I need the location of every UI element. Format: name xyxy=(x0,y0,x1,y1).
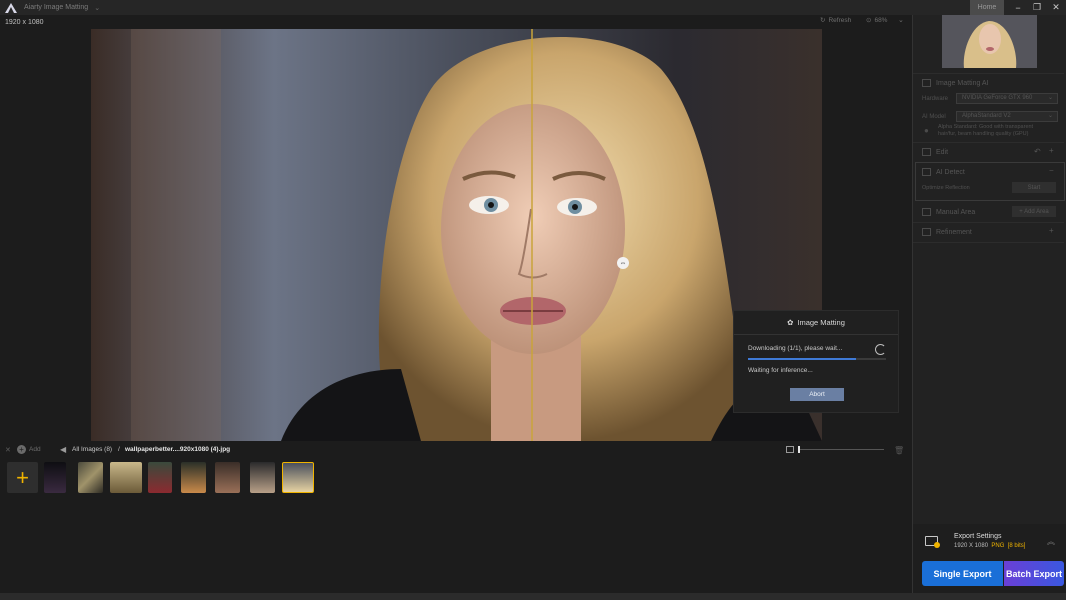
edit-icon xyxy=(922,148,931,156)
portrait-image xyxy=(91,29,822,441)
hardware-select[interactable]: NVIDIA GeForce GTX 960 ⌄ xyxy=(956,93,1058,104)
manual-area-icon xyxy=(922,208,931,216)
refresh-button[interactable]: ↻ Refresh xyxy=(820,16,851,25)
gallery-toolbar: ✕ + Add ◀ All Images (8) / wallpaperbett… xyxy=(0,442,912,458)
inference-status-text: Waiting for inference... xyxy=(748,367,813,374)
export-panel: Export Settings 1920 X 1080 PNG [8 bits]… xyxy=(913,524,1066,593)
breadcrumb-all-images[interactable]: All Images (8) xyxy=(72,446,112,453)
thumb-2[interactable] xyxy=(78,462,103,493)
add-images-button[interactable]: + Add xyxy=(17,445,41,454)
zoom-control[interactable]: ⊙ 68% xyxy=(866,16,887,25)
export-settings-title[interactable]: Export Settings xyxy=(954,533,1001,540)
manual-area-section: Manual Area + Add Area xyxy=(916,203,1064,221)
chevron-down-icon[interactable]: ⌄ xyxy=(94,4,100,12)
minimize-icon[interactable]: − xyxy=(1008,0,1028,15)
ai-detect-section: AI Detect − Optimize Reflection Start xyxy=(915,162,1065,201)
export-summary: 1920 X 1080 PNG [8 bits] xyxy=(954,543,1026,549)
app-window: Aiarty Image Matting ⌄ Home − ❐ ✕ 1920 x… xyxy=(0,0,1066,600)
breadcrumb-separator: / xyxy=(118,446,120,453)
slider-handle[interactable] xyxy=(798,446,800,453)
chevron-down-icon: ⌄ xyxy=(1047,113,1053,119)
thumb-5[interactable] xyxy=(181,462,206,493)
close-gallery-icon[interactable]: ✕ xyxy=(5,446,11,454)
single-export-button[interactable]: Single Export xyxy=(922,561,1003,586)
help-icon[interactable]: ● xyxy=(924,126,929,135)
loading-spinner-icon xyxy=(875,344,886,355)
batch-export-button[interactable]: Batch Export xyxy=(1004,561,1064,586)
thumb-7[interactable] xyxy=(250,462,275,493)
collapse-icon[interactable]: − xyxy=(1049,166,1054,175)
image-canvas[interactable]: ⇔ xyxy=(91,29,822,441)
app-logo-icon xyxy=(5,2,17,13)
matting-progress-dialog: ✿ Image Matting Downloading (1/1), pleas… xyxy=(733,310,899,413)
download-progress-bar xyxy=(748,358,886,360)
trash-icon[interactable]: 🗑 xyxy=(894,446,904,455)
add-image-tile[interactable]: + xyxy=(7,462,38,493)
matting-ai-section: Image Matting AI Hardware NVIDIA GeForce… xyxy=(916,74,1064,137)
thumb-6[interactable] xyxy=(215,462,240,493)
breadcrumb-current-file: wallpaperbetter....920x1080 (4).jpg xyxy=(125,446,231,453)
restore-icon[interactable]: ❐ xyxy=(1027,0,1047,15)
undo-icon[interactable]: ↶ xyxy=(1034,147,1041,156)
preview-image xyxy=(942,15,1037,68)
ai-model-select[interactable]: AlphaStandard V2 ⌄ xyxy=(956,111,1058,122)
thumb-4[interactable] xyxy=(148,462,172,493)
thumb-1[interactable] xyxy=(44,462,66,493)
add-icon[interactable]: + xyxy=(1049,146,1054,155)
home-button[interactable]: Home xyxy=(970,0,1004,15)
app-title: Aiarty Image Matting xyxy=(24,4,89,11)
add-area-button[interactable]: + Add Area xyxy=(1012,206,1056,217)
zoom-icon: ⊙ xyxy=(866,17,872,24)
thumbnail-size-slider[interactable] xyxy=(798,449,884,450)
thumb-3[interactable] xyxy=(110,462,142,493)
progress-fill xyxy=(748,358,856,360)
chevron-up-icon[interactable]: ︽ xyxy=(1047,536,1055,547)
refinement-icon xyxy=(922,228,931,236)
start-button[interactable]: Start xyxy=(1012,182,1056,193)
dialog-title: ✿ Image Matting xyxy=(734,311,898,335)
refresh-icon: ↻ xyxy=(820,17,826,24)
status-bar xyxy=(0,593,1066,600)
zoom-chevron-down-icon[interactable]: ⌄ xyxy=(898,16,904,24)
back-arrow-icon[interactable]: ◀ xyxy=(60,445,66,454)
divider xyxy=(913,242,1064,243)
image-matting-icon xyxy=(922,79,931,87)
preview-thumbnail xyxy=(942,15,1037,68)
abort-button[interactable]: Abort xyxy=(790,388,844,401)
right-panel: Image Matting AI Hardware NVIDIA GeForce… xyxy=(912,15,1066,593)
thumbnail-size-icon xyxy=(786,446,794,453)
split-compare-handle[interactable]: ⇔ xyxy=(617,257,629,269)
refinement-section: Refinement + xyxy=(916,223,1064,241)
edit-section: Edit ↶ + xyxy=(916,143,1064,161)
add-icon[interactable]: + xyxy=(1049,226,1054,235)
close-icon[interactable]: ✕ xyxy=(1046,0,1066,15)
aperture-icon: ✿ xyxy=(787,318,794,327)
canvas-header: 1920 x 1080 ↻ Refresh ⊙ 68% ⌄ xyxy=(0,15,912,29)
ai-detect-icon xyxy=(922,168,931,176)
gear-badge-icon xyxy=(934,542,940,548)
title-bar: Aiarty Image Matting ⌄ Home − ❐ ✕ xyxy=(0,0,1066,15)
thumb-8[interactable] xyxy=(282,462,314,493)
plus-circle-icon: + xyxy=(17,445,26,454)
download-status-text: Downloading (1/1), please wait... xyxy=(748,345,843,352)
chevron-down-icon: ⌄ xyxy=(1047,95,1053,101)
image-resolution: 1920 x 1080 xyxy=(5,18,44,26)
